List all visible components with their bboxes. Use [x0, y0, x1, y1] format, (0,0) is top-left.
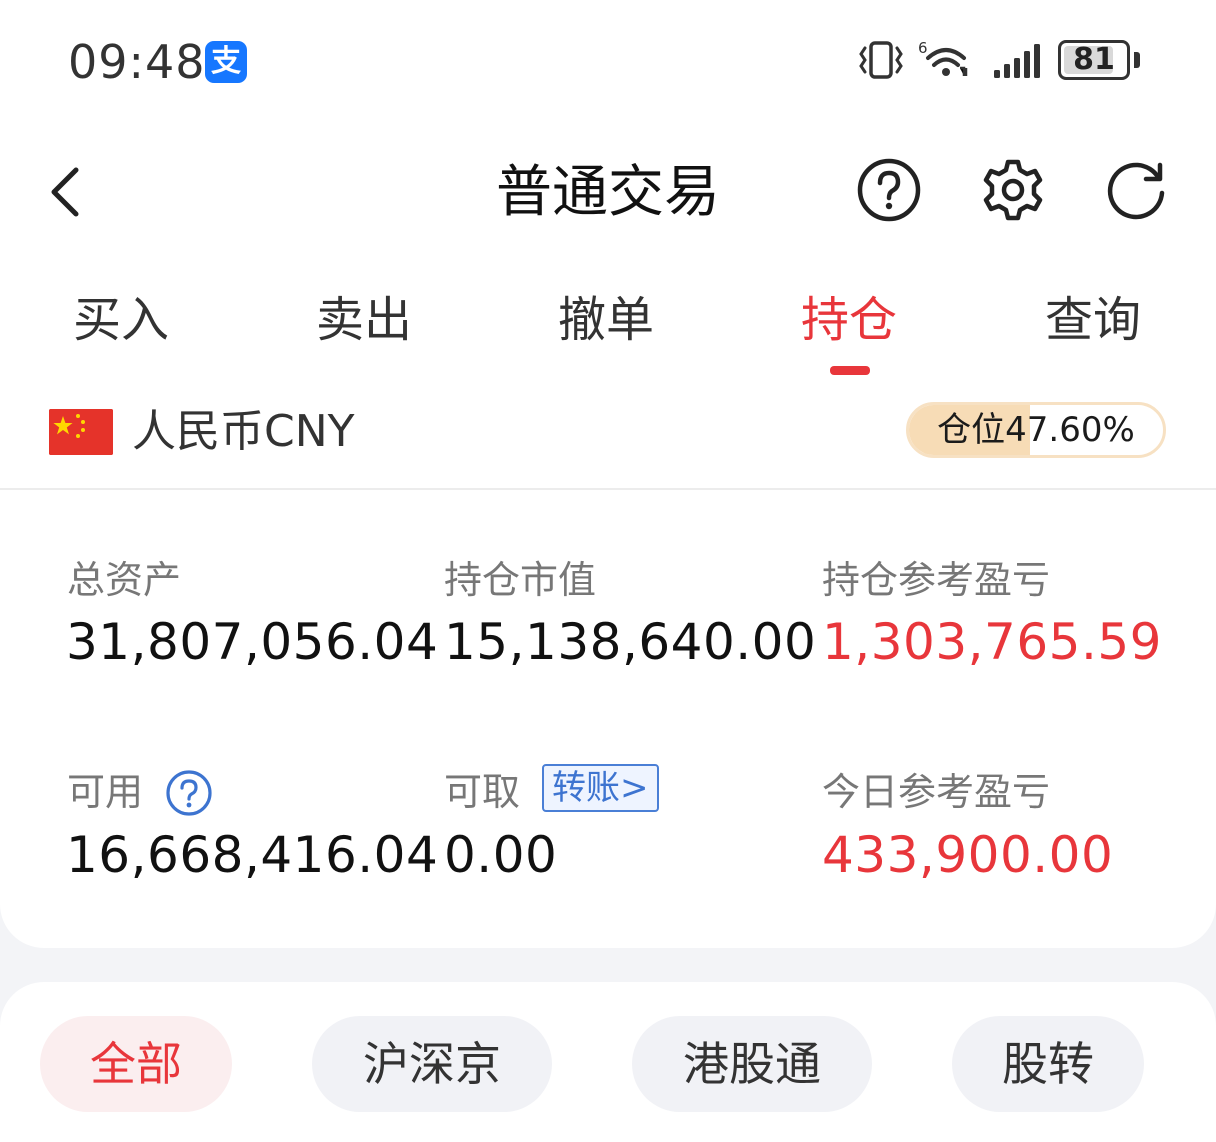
available-value: 16,668,416.04: [66, 826, 439, 884]
market-value-value: 15,138,640.00: [444, 613, 817, 671]
alipay-icon: 支: [205, 41, 247, 83]
position-pnl-value: 1,303,765.59: [822, 613, 1162, 671]
help-circle-icon[interactable]: [165, 769, 213, 817]
refresh-icon[interactable]: [1104, 157, 1170, 223]
total-assets-label: 总资产: [67, 558, 182, 602]
market-value-label: 持仓市值: [444, 558, 597, 602]
active-tab-indicator: [830, 366, 870, 375]
filter-all[interactable]: 全部: [40, 1016, 232, 1112]
status-bar: 09:48 支 6 81: [0, 0, 1216, 120]
filter-card: 全部 沪深京 港股通 股转: [0, 982, 1216, 1142]
today-pnl-value: 433,900.00: [822, 826, 1114, 884]
transfer-button[interactable]: 转账>: [542, 764, 659, 812]
page-title: 普通交易: [496, 160, 720, 225]
withdrawable-value: 0.00: [444, 826, 558, 884]
filter-shanghai-shenzhen-beijing[interactable]: 沪深京: [312, 1016, 552, 1112]
signal-icon: [994, 44, 1040, 78]
total-assets-value: 31,807,056.04: [66, 613, 439, 671]
wifi-label: 6: [918, 40, 928, 57]
assets-card: 总资产 31,807,056.04 持仓市值 15,138,640.00 持仓参…: [0, 490, 1216, 948]
wifi-icon: 6: [918, 40, 968, 76]
vibrate-icon: [859, 41, 903, 79]
tab-buy[interactable]: 买入: [41, 288, 201, 352]
back-icon[interactable]: [40, 160, 100, 224]
position-ratio-badge: 仓位47.60%: [906, 402, 1166, 458]
battery-percent: 81: [1073, 42, 1115, 77]
tab-query[interactable]: 查询: [1013, 288, 1173, 352]
position-ratio-text: 仓位47.60%: [937, 410, 1135, 450]
filter-hk-connect[interactable]: 港股通: [632, 1016, 872, 1112]
currency-label[interactable]: 人民币CNY: [132, 404, 355, 460]
tab-cancel-order[interactable]: 撤单: [526, 288, 686, 352]
status-time: 09:48: [68, 35, 206, 89]
battery-cap: [1134, 52, 1140, 68]
gear-icon[interactable]: [980, 157, 1046, 223]
tab-sell[interactable]: 卖出: [284, 288, 444, 352]
available-label: 可用: [67, 770, 144, 814]
position-pnl-label: 持仓参考盈亏: [822, 558, 1051, 602]
tab-positions[interactable]: 持仓: [769, 288, 929, 352]
withdrawable-label: 可取: [444, 770, 521, 814]
filter-share-transfer[interactable]: 股转: [952, 1016, 1144, 1112]
help-icon[interactable]: [856, 157, 922, 223]
today-pnl-label: 今日参考盈亏: [822, 770, 1051, 814]
china-flag-icon: [49, 409, 113, 455]
battery-icon: 81: [1058, 40, 1130, 80]
